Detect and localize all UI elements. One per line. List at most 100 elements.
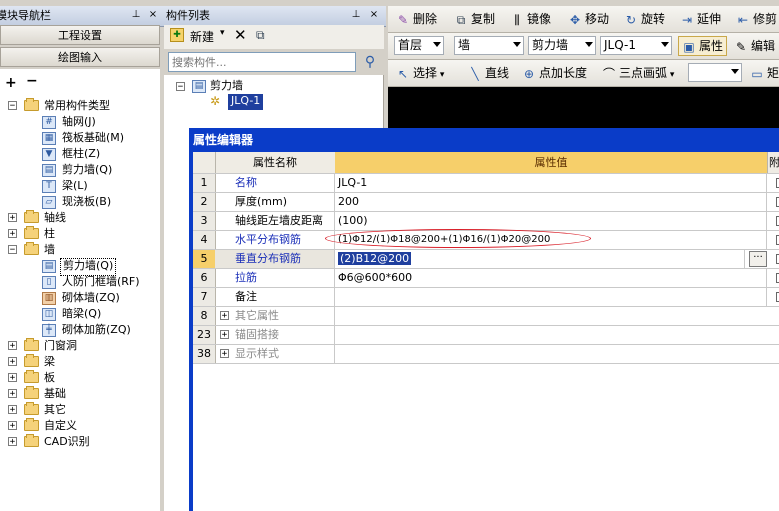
- tree-group-column[interactable]: 柱: [44, 226, 55, 242]
- close-icon[interactable]: ×: [368, 9, 380, 21]
- tree-item-beam[interactable]: 梁(L): [62, 178, 88, 194]
- drawing-input-button[interactable]: 绘图输入: [0, 47, 160, 67]
- expand-toggle[interactable]: +: [8, 357, 17, 367]
- expand-toggle[interactable]: +: [8, 437, 17, 447]
- property-row[interactable]: 1 名称 JLQ-1: [193, 174, 779, 193]
- component-group-label[interactable]: 剪力墙: [210, 78, 243, 94]
- dropdown-arrow-icon[interactable]: ▾: [220, 28, 225, 38]
- tree-group-wall[interactable]: 墙: [44, 242, 55, 258]
- tree-item-masonry-wall[interactable]: 砌体墙(ZQ): [62, 290, 120, 306]
- type-select[interactable]: 剪力墙: [528, 36, 596, 55]
- property-group-row[interactable]: 8 + 其它属性: [193, 307, 779, 326]
- properties-button[interactable]: ▣ 属性: [678, 36, 728, 56]
- pin-icon[interactable]: ⊥: [130, 9, 142, 21]
- tree-item-grid[interactable]: 轴网(J): [62, 114, 96, 130]
- tree-item-shear-wall[interactable]: 剪力墙(Q): [62, 162, 112, 178]
- expand-toggle[interactable]: +: [8, 405, 17, 415]
- floor-select[interactable]: 首层: [394, 36, 444, 55]
- property-row[interactable]: 6 拉筋 Φ6@600*600: [193, 269, 779, 288]
- expand-toggle[interactable]: +: [8, 213, 17, 223]
- tree-group-axis[interactable]: 轴线: [44, 210, 66, 226]
- tree-group-other[interactable]: 其它: [44, 402, 66, 418]
- property-group-name: 显示样式: [215, 345, 335, 363]
- search-icon[interactable]: ⚲: [360, 52, 380, 72]
- property-value[interactable]: Φ6@600*600: [335, 269, 767, 287]
- tree-group-common[interactable]: 常用构件类型: [44, 98, 110, 114]
- property-group-row[interactable]: 23 + 锚固搭接: [193, 326, 779, 345]
- tree-group-openings[interactable]: 门窗洞: [44, 338, 77, 354]
- expand-toggle[interactable]: −: [176, 82, 185, 92]
- component-item-selected[interactable]: JLQ-1: [228, 94, 264, 110]
- component-search-input[interactable]: [168, 52, 356, 72]
- expand-toggle[interactable]: +: [8, 389, 17, 399]
- expand-toggle[interactable]: −: [8, 101, 17, 111]
- expand-toggle[interactable]: −: [8, 245, 17, 255]
- property-row[interactable]: 7 备注: [193, 288, 779, 307]
- close-icon[interactable]: ×: [147, 9, 159, 21]
- property-value[interactable]: (100): [335, 212, 767, 230]
- project-settings-button[interactable]: 工程设置: [0, 25, 160, 45]
- property-row[interactable]: 4 水平分布钢筋 (1)Φ12/(1)Φ18@200+(1)Φ16/(1)Φ20…: [193, 229, 779, 250]
- edit-button[interactable]: ✎ 编辑: [734, 36, 775, 56]
- new-button[interactable]: 新建: [190, 28, 214, 45]
- tree-group-cad[interactable]: CAD识别: [44, 434, 90, 450]
- property-editor-title[interactable]: 属性编辑器: [193, 131, 493, 149]
- point-length-button[interactable]: ⊕ 点加长度: [522, 63, 587, 83]
- ellipsis-button[interactable]: ···: [749, 251, 767, 267]
- folder-icon: [24, 370, 39, 383]
- tree-group-foundation[interactable]: 基础: [44, 386, 66, 402]
- tree-item-frame-column[interactable]: 框柱(Z): [62, 146, 100, 162]
- rotate-button[interactable]: ↻ 旋转: [624, 9, 665, 29]
- copy-button[interactable]: ⧉ 复制: [454, 9, 495, 29]
- property-row[interactable]: 2 厚度(mm) 200: [193, 193, 779, 212]
- extend-button[interactable]: ⇥ 延伸: [680, 9, 721, 29]
- expand-toggle[interactable]: +: [8, 229, 17, 239]
- copy-icon[interactable]: ⧉: [256, 28, 265, 43]
- expand-toggle[interactable]: +: [8, 341, 17, 351]
- new-component-icon: ✚: [170, 28, 184, 42]
- tree-group-beam[interactable]: 梁: [44, 354, 55, 370]
- collapse-all-icon[interactable]: −: [26, 73, 38, 89]
- tree-item-masonry-rebar[interactable]: 砌体加筋(ZQ): [62, 322, 131, 338]
- trim-button[interactable]: ⇤ 修剪: [736, 9, 777, 29]
- component-gear-icon: ✲: [210, 94, 221, 108]
- property-value[interactable]: [335, 288, 767, 306]
- category-select[interactable]: 墙: [454, 36, 524, 55]
- tree-item-hidden-beam[interactable]: 暗梁(Q): [62, 306, 101, 322]
- expand-toggle[interactable]: +: [8, 421, 17, 431]
- arc-option-select[interactable]: [688, 63, 742, 82]
- move-icon: ✥: [569, 12, 581, 27]
- rectangle-button[interactable]: ▭ 矩: [750, 63, 779, 83]
- property-name: 拉筋: [215, 269, 335, 287]
- delete-icon[interactable]: ✕: [234, 26, 247, 44]
- expand-all-icon[interactable]: +: [5, 75, 17, 91]
- row-number: 7: [193, 288, 216, 306]
- property-group-row[interactable]: 38 + 显示样式: [193, 345, 779, 364]
- component-select[interactable]: JLQ-1: [600, 36, 672, 55]
- tree-item-door-frame-wall[interactable]: 人防门框墙(RF): [62, 274, 140, 290]
- rectangle-icon: ▭: [751, 66, 763, 81]
- folder-icon: [24, 418, 39, 431]
- tree-group-slab[interactable]: 板: [44, 370, 55, 386]
- expand-toggle[interactable]: +: [8, 373, 17, 383]
- property-value[interactable]: (2)B12@200: [338, 252, 412, 265]
- nav-panel-title-bar: 模块导航栏 ⊥ ×: [0, 6, 164, 27]
- tree-item-slab[interactable]: 现浇板(B): [62, 194, 111, 210]
- line-button[interactable]: ╲ 直线: [468, 63, 509, 83]
- delete-button[interactable]: ✎ 删除: [396, 9, 437, 29]
- property-value[interactable]: JLQ-1: [335, 174, 767, 192]
- property-row-selected[interactable]: 5 垂直分布钢筋 (2)B12@200 ···: [193, 250, 779, 269]
- tree-item-raft[interactable]: 筏板基础(M): [62, 130, 124, 146]
- property-value[interactable]: 200: [335, 193, 767, 211]
- property-name: 水平分布钢筋: [215, 231, 335, 249]
- mirror-button[interactable]: ⫼ 镜像: [510, 9, 551, 29]
- three-point-arc-button[interactable]: ⌒ 三点画弧 ▾: [602, 63, 674, 83]
- property-value-editor[interactable]: (2)B12@200: [335, 250, 745, 268]
- property-row[interactable]: 3 轴线距左墙皮距离 (100): [193, 212, 779, 231]
- point-length-icon: ⊕: [523, 66, 535, 81]
- beam-icon: T: [42, 180, 56, 193]
- pin-icon[interactable]: ⊥: [350, 9, 362, 21]
- tree-group-custom[interactable]: 自定义: [44, 418, 77, 434]
- move-button[interactable]: ✥ 移动: [568, 9, 609, 29]
- select-button[interactable]: ↖ 选择 ▾: [396, 63, 444, 83]
